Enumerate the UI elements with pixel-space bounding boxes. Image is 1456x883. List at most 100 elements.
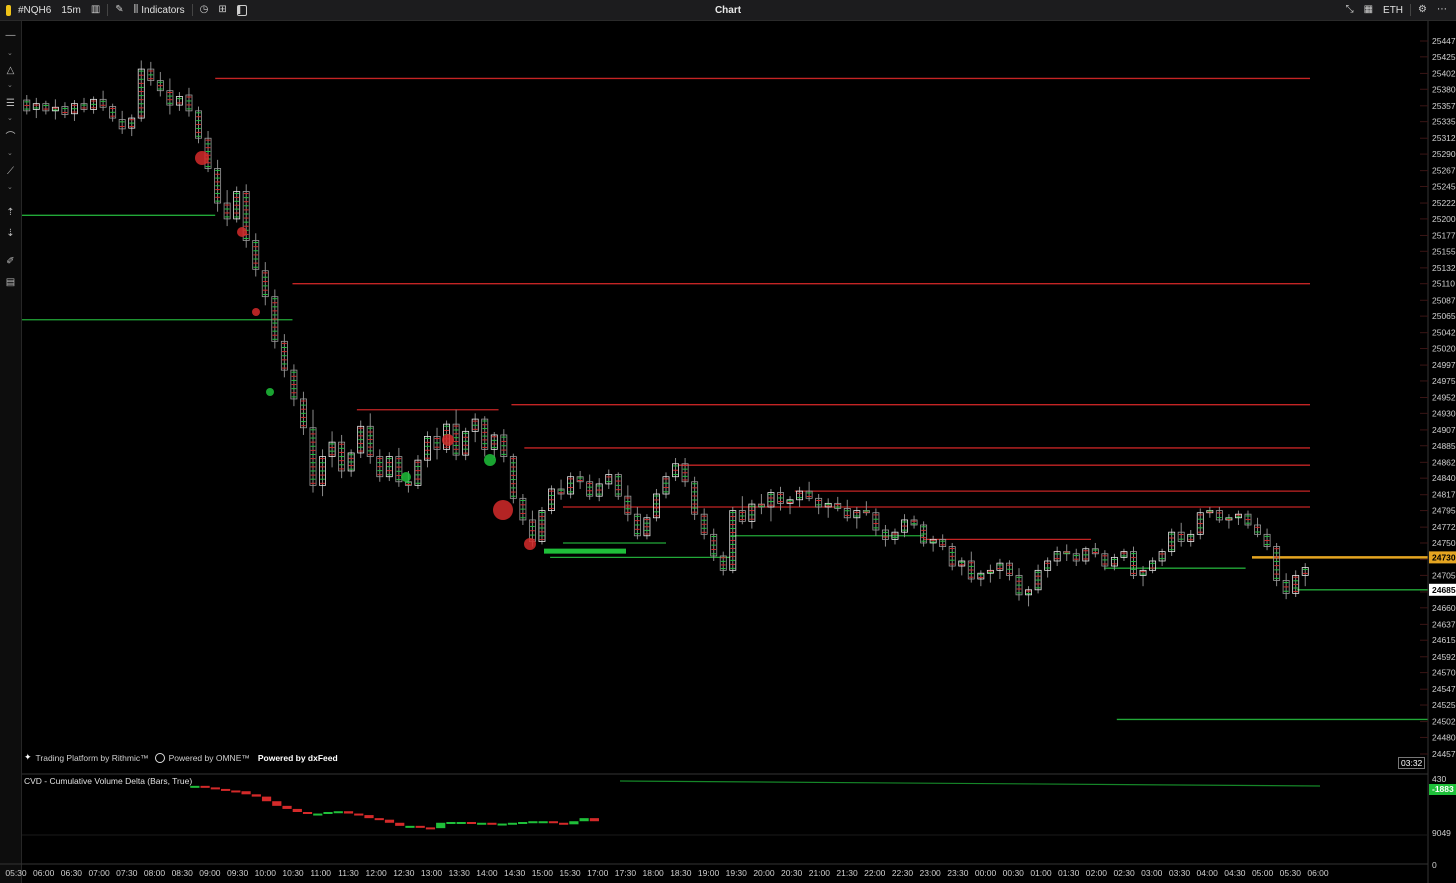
- price-tick-label: 24480: [1432, 732, 1456, 742]
- time-tick-label: 07:30: [116, 868, 138, 878]
- cvd-bar: [395, 822, 405, 826]
- price-tick-label: 25267: [1432, 166, 1456, 176]
- cvd-bar: [333, 811, 343, 814]
- cvd-bar: [538, 821, 548, 824]
- price-tick-label: 24525: [1432, 700, 1456, 710]
- volume-bubble: [401, 472, 411, 482]
- cvd-bar: [190, 785, 200, 788]
- cvd-bar: [282, 805, 292, 809]
- price-tick-label: 24570: [1432, 668, 1456, 678]
- cvd-bar: [589, 818, 599, 822]
- cvd-bar: [436, 822, 446, 829]
- cvd-bar: [518, 822, 528, 824]
- cvd-bar: [405, 825, 415, 828]
- cvd-bar: [477, 822, 487, 825]
- cvd-bar: [415, 825, 425, 828]
- price-tick-label: 24907: [1432, 425, 1456, 435]
- price-tick-label: 24750: [1432, 538, 1456, 548]
- time-tick-label: 22:00: [864, 868, 886, 878]
- volume-bubble: [442, 434, 454, 446]
- time-tick-label: 15:30: [559, 868, 581, 878]
- time-tick-label: 17:30: [615, 868, 637, 878]
- time-tick-label: 00:00: [975, 868, 997, 878]
- time-tick-label: 12:30: [393, 868, 415, 878]
- cvd-bar: [579, 818, 589, 822]
- cvd-bar: [364, 815, 374, 819]
- time-tick-label: 23:00: [920, 868, 942, 878]
- cvd-bar: [487, 822, 497, 825]
- price-tick-label: 24817: [1432, 490, 1456, 500]
- price-tick-label: 25110: [1432, 279, 1455, 289]
- candles: [23, 60, 1309, 607]
- volume-bubble: [484, 454, 496, 466]
- cvd-bar: [507, 822, 518, 825]
- time-tick-label: 21:00: [809, 868, 831, 878]
- cvd-bar: [220, 788, 231, 791]
- cvd-bar: [323, 812, 333, 814]
- omne-logo-icon: [154, 752, 165, 763]
- cvd-bar: [374, 818, 384, 821]
- price-tick-label: 25065: [1432, 311, 1456, 321]
- price-levels: [22, 77, 1428, 721]
- time-tick-label: 00:30: [1003, 868, 1025, 878]
- price-tick-label: 24502: [1432, 717, 1456, 727]
- time-tick-label: 05:30: [1280, 868, 1302, 878]
- time-tick-label: 19:30: [726, 868, 748, 878]
- price-axis[interactable]: 25447 25425 25402 25380 25357 25335 25312 25290…: [1420, 21, 1456, 883]
- time-tick-label: 09:30: [227, 868, 249, 878]
- time-tick-label: 02:30: [1113, 868, 1135, 878]
- time-tick-label: 06:00: [1307, 868, 1329, 878]
- price-tick-label: 25402: [1432, 68, 1456, 78]
- cvd-bar: [231, 790, 241, 793]
- price-tick-label: 25132: [1432, 263, 1456, 273]
- price-tick-label: 24660: [1432, 603, 1456, 613]
- cvd-bar: [548, 821, 558, 824]
- cvd-bar: [313, 813, 323, 816]
- dxfeed-credit: Powered by dxFeed: [257, 752, 338, 763]
- price-tick-label: 24952: [1432, 393, 1456, 403]
- time-tick-label: 02:00: [1086, 868, 1108, 878]
- price-tick-label: 24840: [1432, 473, 1456, 483]
- volume-bubble: [237, 227, 247, 237]
- cvd-bar: [456, 822, 466, 824]
- cvd-bar: [497, 823, 507, 826]
- price-tick-label: 25335: [1432, 117, 1456, 127]
- time-tick-label: 23:30: [947, 868, 969, 878]
- time-tick-label: 03:00: [1141, 868, 1163, 878]
- cvd-line: [619, 780, 1321, 787]
- price-tick-label: 25200: [1432, 214, 1456, 224]
- price-chart[interactable]: 25447 25425 25402 25380 25357 25335 25312 25290…: [0, 0, 1456, 883]
- time-tick-label: 14:00: [476, 868, 498, 878]
- time-tick-label: 22:30: [892, 868, 914, 878]
- price-tick-label: 24997: [1432, 360, 1456, 370]
- time-tick-label: 21:30: [836, 868, 858, 878]
- time-tick-label: 05:30: [5, 868, 27, 878]
- price-tick-label: 24862: [1432, 457, 1456, 467]
- price-tick-label: 25380: [1432, 84, 1456, 94]
- time-axis[interactable]: 05:30 06:00 06:30 07:00 07:30 08:00 08:30 09:00…: [0, 863, 1428, 878]
- time-tick-label: 18:00: [643, 868, 665, 878]
- price-tick-label: 25087: [1432, 295, 1456, 305]
- time-tick-label: 19:00: [698, 868, 720, 878]
- price-tick-label: 25222: [1432, 198, 1456, 208]
- cvd-tick-label: 0: [1432, 860, 1437, 870]
- volume-bubble: [493, 500, 513, 520]
- time-tick-label: 04:30: [1224, 868, 1246, 878]
- bar-countdown: 03:32: [1398, 757, 1426, 769]
- time-tick-label: 10:00: [255, 868, 277, 878]
- time-tick-label: 09:00: [199, 868, 221, 878]
- cvd-bar: [446, 822, 456, 824]
- time-tick-label: 08:30: [172, 868, 194, 878]
- price-tick-label: 25042: [1432, 328, 1456, 338]
- time-tick-label: 12:00: [365, 868, 387, 878]
- price-tick-label: 24885: [1432, 441, 1456, 451]
- time-tick-label: 15:00: [532, 868, 554, 878]
- price-tick-label: 24457: [1432, 749, 1456, 759]
- time-tick-label: 05:00: [1252, 868, 1274, 878]
- time-tick-label: 10:30: [282, 868, 304, 878]
- rithmic-credit: Trading Platform by Rithmic™: [35, 752, 149, 763]
- cvd-indicator-label[interactable]: CVD - Cumulative Volume Delta (Bars, Tru…: [24, 776, 192, 786]
- cvd-bar: [425, 827, 436, 830]
- time-tick-label: 18:30: [670, 868, 692, 878]
- volume-bubble: [195, 151, 209, 165]
